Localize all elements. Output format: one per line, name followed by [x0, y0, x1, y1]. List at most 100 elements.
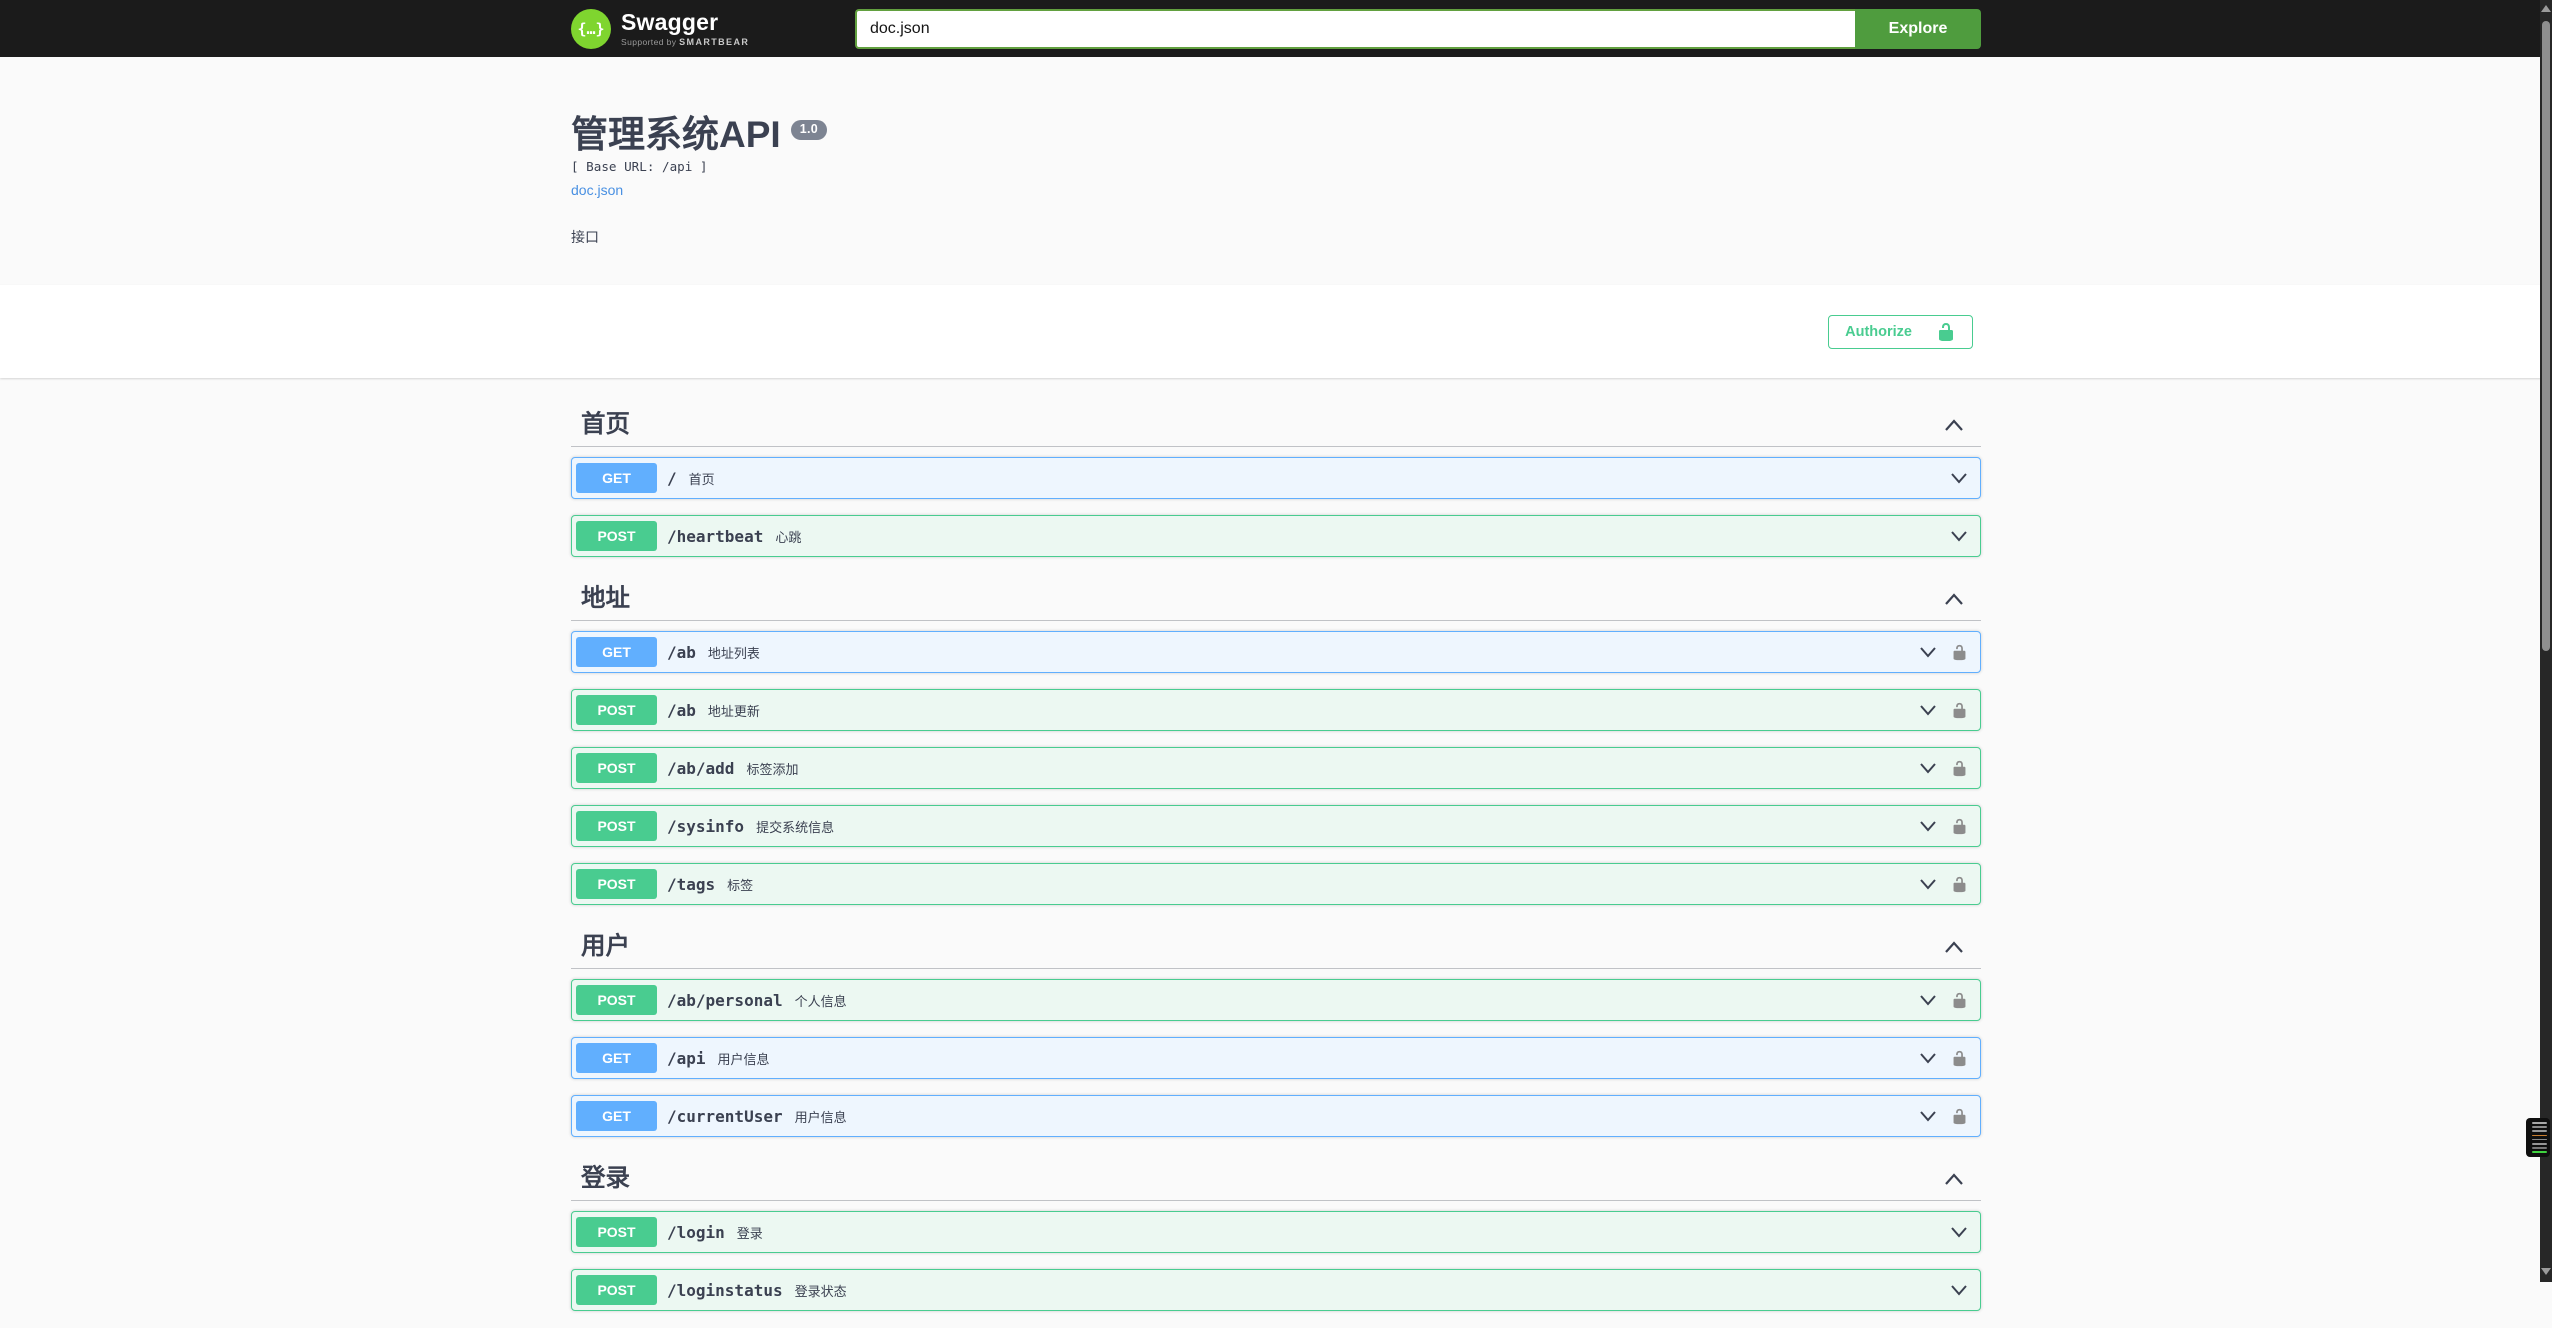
chevron-down-icon [1950, 530, 1968, 542]
endpoint-unlock-icon[interactable] [1951, 1049, 1968, 1068]
operation-row[interactable]: POST /sysinfo 提交系统信息 [571, 805, 1981, 847]
method-badge: POST [576, 811, 657, 841]
spec-url-input[interactable] [855, 8, 1855, 49]
minimap-line [2532, 1122, 2547, 1124]
endpoint-path: /sysinfo [667, 816, 745, 836]
authorize-label: Authorize [1845, 323, 1912, 340]
chevron-down-icon [1950, 1284, 1968, 1296]
chevron-down-icon [1919, 1052, 1937, 1064]
method-badge: POST [576, 869, 657, 899]
endpoint-path: /login [667, 1222, 725, 1242]
base-url: [ Base URL: /api ] [571, 158, 708, 174]
tagline-brand: SMARTBEAR [679, 36, 750, 47]
api-section: 地址 GET /ab 地址列表 POST /ab 地址更新 POST /ab/a… [571, 586, 1981, 922]
swagger-tagline: Supported by SMARTBEAR [621, 36, 750, 47]
chevron-down-icon [1919, 994, 1937, 1006]
method-badge: POST [576, 521, 657, 551]
endpoint-path: /tags [667, 874, 716, 894]
method-badge: POST [576, 985, 657, 1015]
chevron-down-icon [1919, 1110, 1937, 1122]
swagger-logo-text: Swagger [621, 8, 719, 35]
endpoint-path: / [667, 468, 677, 488]
chevron-up-icon [1943, 592, 1965, 606]
endpoint-unlock-icon[interactable] [1951, 1107, 1968, 1126]
minimap-line [2532, 1147, 2547, 1149]
chevron-up-icon [1943, 940, 1965, 954]
endpoint-unlock-icon[interactable] [1951, 875, 1968, 894]
chevron-down-icon [1950, 472, 1968, 484]
scroll-down-arrow-icon[interactable] [2541, 1268, 2551, 1275]
method-badge: POST [576, 753, 657, 783]
swagger-logo-icon: {…} [571, 8, 611, 49]
scheme-container: Authorize [0, 285, 2552, 378]
api-title-text: 管理系统API [571, 114, 781, 155]
information-container: 管理系统API 1.0 [ Base URL: /api ] doc.json 接… [0, 57, 2552, 285]
doc-json-link[interactable]: doc.json [571, 182, 623, 198]
method-badge: GET [576, 1043, 657, 1073]
section-header[interactable]: 首页 [571, 412, 1981, 447]
endpoint-unlock-icon[interactable] [1951, 759, 1968, 778]
operation-row[interactable]: GET / 首页 [571, 457, 1981, 499]
endpoint-summary: 地址更新 [707, 703, 760, 719]
operation-row[interactable]: GET /api 用户信息 [571, 1037, 1981, 1079]
operation-row[interactable]: GET /currentUser 用户信息 [571, 1095, 1981, 1137]
section-title: 登录 [581, 1165, 630, 1192]
operation-row[interactable]: POST /ab/add 标签添加 [571, 747, 1981, 789]
endpoint-summary: 用户信息 [794, 1109, 847, 1125]
endpoint-unlock-icon[interactable] [1951, 701, 1968, 720]
operation-row[interactable]: POST /login 登录 [571, 1211, 1981, 1253]
section-title: 地址 [581, 585, 630, 612]
operation-row[interactable]: POST /ab 地址更新 [571, 689, 1981, 731]
endpoint-path: /loginstatus [667, 1280, 783, 1300]
scroll-up-arrow-icon[interactable] [2541, 5, 2551, 12]
operations-container: 首页 GET / 首页 POST /heartbeat 心跳 地址 GET /a… [571, 378, 1981, 1328]
section-operations: POST /ab/personal 个人信息 GET /api 用户信息 GET… [571, 969, 1981, 1154]
endpoint-summary: 首页 [688, 471, 715, 487]
chevron-down-icon [1919, 646, 1937, 658]
endpoint-path: /ab [667, 700, 696, 720]
endpoint-summary: 登录状态 [794, 1283, 847, 1299]
endpoint-summary: 个人信息 [794, 993, 847, 1009]
minimap-line [2532, 1138, 2547, 1141]
scrollbar-thumb[interactable] [2542, 21, 2550, 651]
endpoint-unlock-icon[interactable] [1951, 817, 1968, 836]
endpoint-summary: 标签 [727, 877, 754, 893]
tagline-prefix: Supported by [621, 36, 677, 47]
method-badge: POST [576, 1217, 657, 1247]
method-badge: GET [576, 1101, 657, 1131]
authorize-button[interactable]: Authorize [1828, 314, 1973, 349]
explore-button[interactable]: Explore [1855, 8, 1981, 49]
method-badge: GET [576, 637, 657, 667]
endpoint-unlock-icon[interactable] [1951, 991, 1968, 1010]
chevron-up-icon [1943, 1172, 1965, 1186]
endpoint-path: /ab/personal [667, 990, 783, 1010]
endpoint-path: /ab [667, 642, 696, 662]
topbar: {…} Swagger Supported by SMARTBEAR Explo… [0, 0, 2552, 57]
section-operations: POST /login 登录 POST /loginstatus 登录状态 [571, 1201, 1981, 1328]
minimap-line [2532, 1142, 2547, 1145]
operation-row[interactable]: POST /loginstatus 登录状态 [571, 1269, 1981, 1311]
minimap-line [2532, 1134, 2547, 1137]
section-header[interactable]: 用户 [571, 934, 1981, 969]
endpoint-path: /heartbeat [667, 526, 764, 546]
api-section: 首页 GET / 首页 POST /heartbeat 心跳 [571, 412, 1981, 574]
section-header[interactable]: 登录 [571, 1166, 1981, 1201]
operation-row[interactable]: POST /tags 标签 [571, 863, 1981, 905]
operation-row[interactable]: POST /ab/personal 个人信息 [571, 979, 1981, 1021]
operation-row[interactable]: POST /heartbeat 心跳 [571, 515, 1981, 557]
chevron-down-icon [1919, 820, 1937, 832]
method-badge: GET [576, 463, 657, 493]
section-operations: GET / 首页 POST /heartbeat 心跳 [571, 447, 1981, 574]
endpoint-unlock-icon[interactable] [1951, 643, 1968, 662]
operation-row[interactable]: GET /ab 地址列表 [571, 631, 1981, 673]
chevron-up-icon [1943, 418, 1965, 432]
section-header[interactable]: 地址 [571, 586, 1981, 621]
endpoint-summary: 地址列表 [707, 645, 760, 661]
endpoint-summary: 用户信息 [717, 1051, 770, 1067]
swagger-logo: {…} Swagger Supported by SMARTBEAR [571, 8, 750, 49]
scroll-minimap [2526, 1118, 2550, 1157]
section-title: 用户 [581, 933, 630, 960]
version-badge: 1.0 [790, 120, 827, 140]
api-section: 登录 POST /login 登录 POST /loginstatus 登录状态 [571, 1166, 1981, 1328]
scrollbar-track[interactable] [2540, 0, 2552, 1282]
